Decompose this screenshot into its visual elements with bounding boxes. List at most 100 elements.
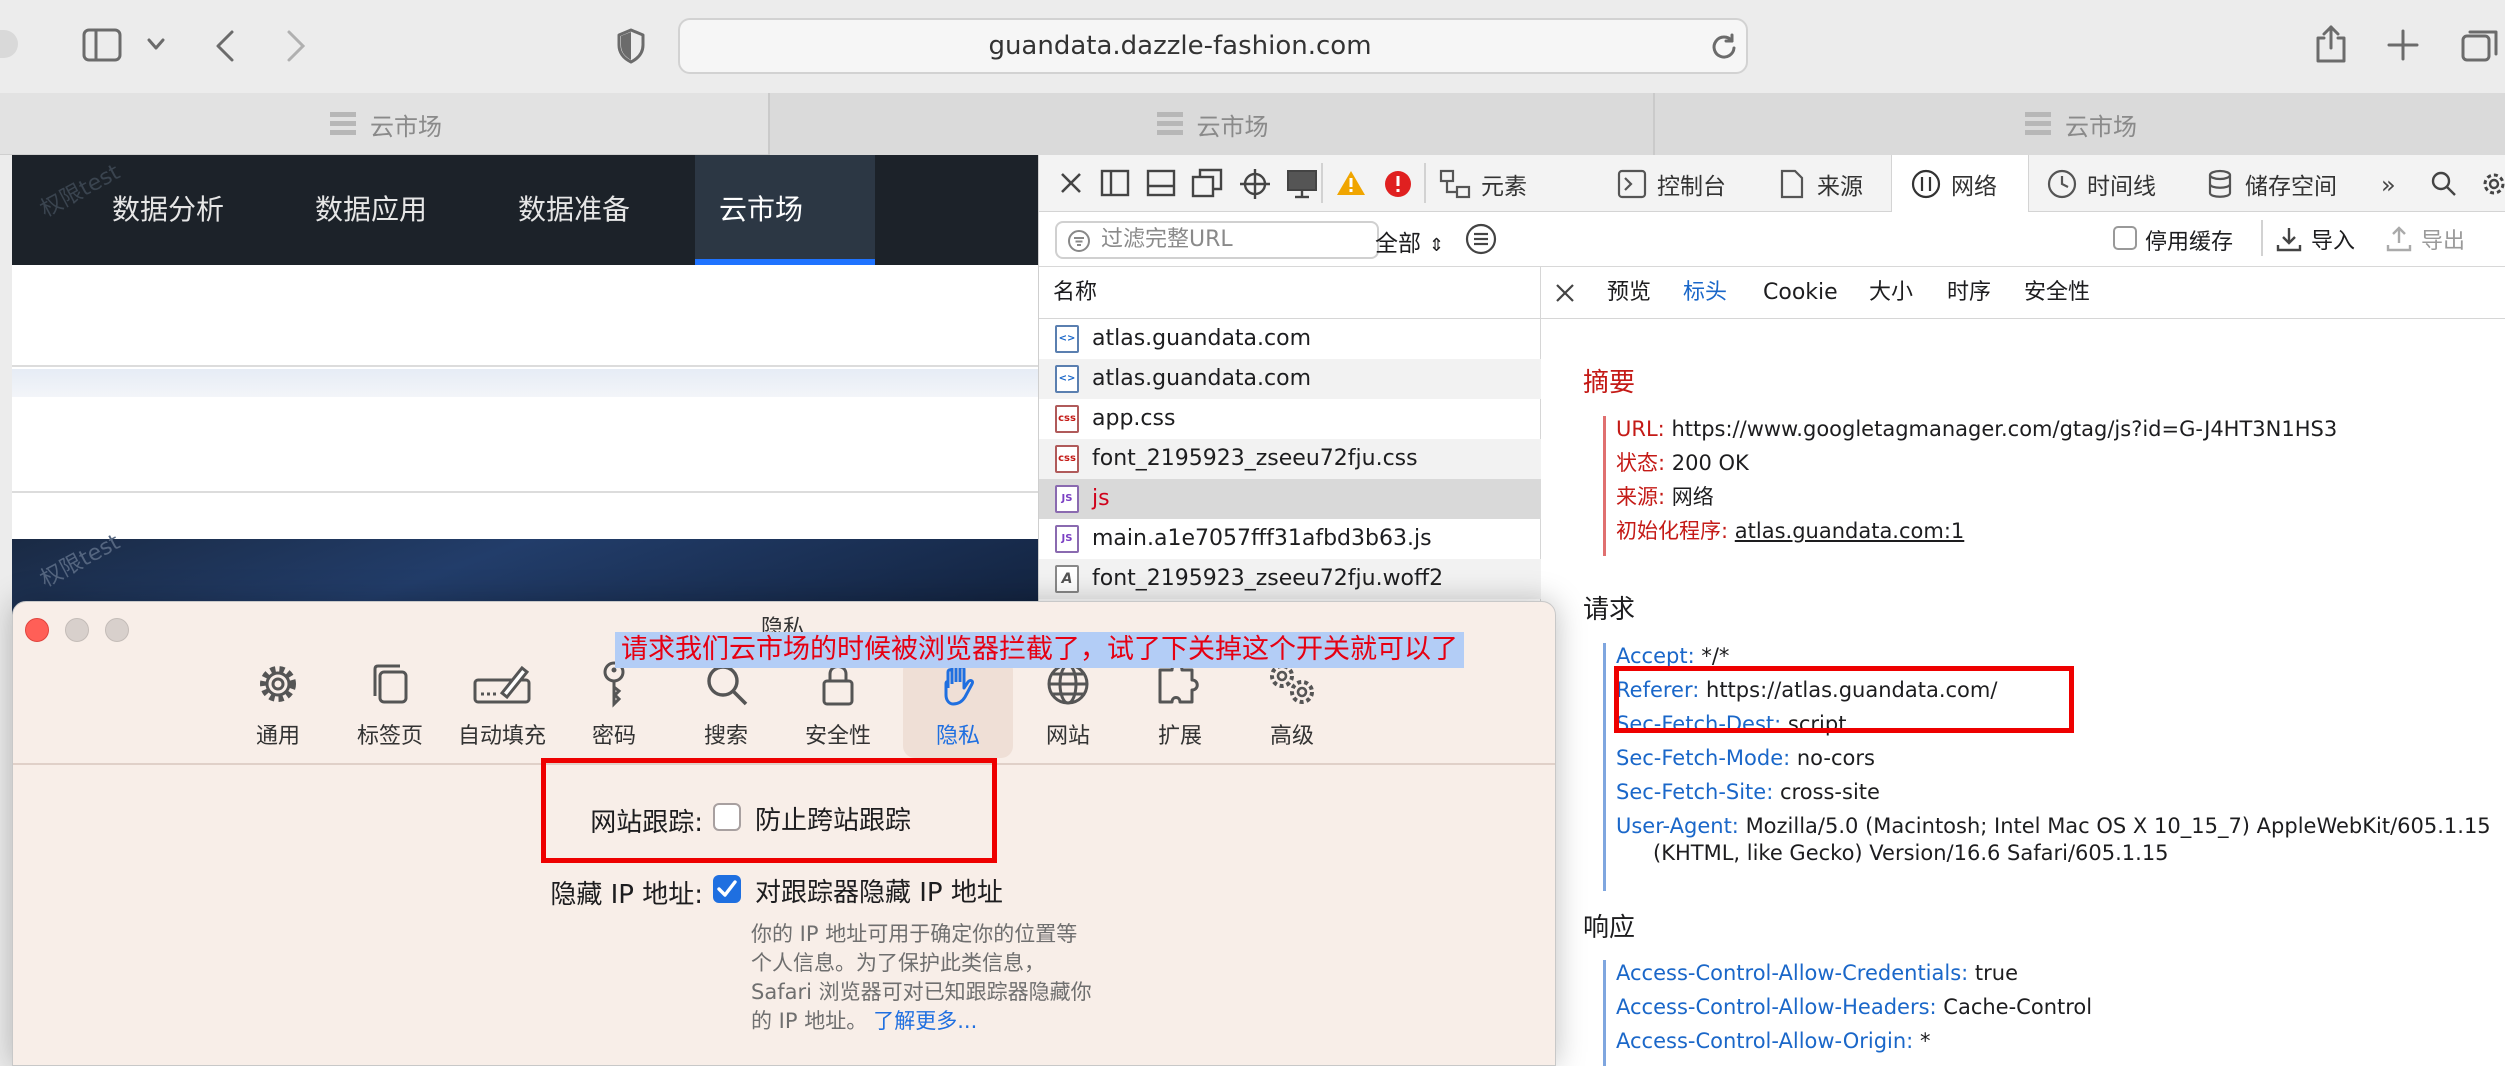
inspector-tab-bar: 元素 控制台 来源 网络 时间线 储存空间 »: [1039, 155, 2505, 212]
settings-icon[interactable]: [2481, 171, 2505, 197]
dock-left-icon[interactable]: [1100, 169, 1130, 197]
address-bar[interactable]: guandata.dazzle-fashion.com: [678, 18, 1748, 74]
tab-network[interactable]: 网络: [1911, 155, 1997, 212]
browser-tab[interactable]: 云市场: [1655, 93, 2505, 155]
page-icon: [2025, 112, 2051, 135]
url-text[interactable]: guandata.dazzle-fashion.com: [680, 20, 1680, 72]
request-name: main.a1e7057fff31afbd3b63.js: [1092, 526, 1432, 551]
pref-tab-websites[interactable]: 网站: [1013, 660, 1123, 750]
nav-item-cloud-market[interactable]: 云市场: [719, 155, 803, 265]
detach-window-icon[interactable]: [1191, 168, 1223, 198]
element-picker-icon[interactable]: [1239, 168, 1271, 200]
request-row-selected[interactable]: JS js: [1039, 479, 1541, 519]
font-file-icon: A: [1055, 565, 1079, 593]
detail-tab-timing[interactable]: 时序: [1947, 267, 1991, 319]
summary-status: 状态: 200 OK: [1616, 451, 1749, 475]
window-close-button[interactable]: [25, 618, 49, 642]
console-icon: [1617, 169, 1647, 198]
sidebar-toggle-icon[interactable]: [82, 28, 122, 62]
export-button[interactable]: 导出: [2385, 223, 2465, 255]
detail-tab-preview[interactable]: 预览: [1607, 267, 1651, 319]
dock-bottom-icon[interactable]: [1146, 169, 1176, 197]
detail-tab-cookies[interactable]: Cookie: [1763, 267, 1838, 319]
type-filter-select[interactable]: 全部 ⇕: [1375, 224, 1444, 258]
html-file-icon: <>: [1055, 325, 1079, 353]
privacy-shield-icon[interactable]: [616, 28, 646, 64]
response-header-allow-origin: Access-Control-Allow-Origin: *: [1616, 1029, 1931, 1053]
share-icon[interactable]: [2314, 24, 2348, 64]
column-header-name[interactable]: 名称: [1039, 267, 1541, 319]
nav-item-data-apps[interactable]: 数据应用: [315, 155, 427, 265]
response-title: 响应: [1583, 913, 1636, 943]
tab-label: 云市场: [2065, 112, 2137, 141]
file-icon: [1780, 169, 1804, 198]
device-icon[interactable]: [1286, 169, 1318, 199]
tab-storage[interactable]: 储存空间: [2207, 155, 2337, 212]
more-tabs-icon[interactable]: »: [2381, 171, 2396, 199]
summary-bar: [1603, 416, 1606, 556]
gear-icon: [260, 666, 296, 702]
detail-tab-security[interactable]: 安全性: [2024, 267, 2090, 319]
detail-tab-sizes[interactable]: 大小: [1869, 267, 1913, 319]
browser-tab[interactable]: 云市场: [770, 93, 1653, 155]
pref-tab-autofill[interactable]: 自动填充: [447, 660, 557, 750]
tab-label: 时间线: [2087, 173, 2156, 200]
clock-icon: [2047, 169, 2077, 198]
tab-sources[interactable]: 来源: [1779, 155, 1863, 212]
new-tab-icon[interactable]: [2386, 28, 2420, 62]
url-filter-input[interactable]: 过滤完整URL: [1055, 221, 1379, 259]
pref-tab-advanced[interactable]: 高级: [1237, 660, 1347, 750]
nav-item-data-prep[interactable]: 数据准备: [518, 155, 630, 265]
disable-cache-checkbox[interactable]: [2113, 226, 2137, 250]
css-file-icon: css: [1055, 405, 1079, 433]
import-button[interactable]: 导入: [2275, 223, 2355, 255]
search-icon[interactable]: [2431, 171, 2457, 197]
window-control-partial[interactable]: [0, 30, 18, 58]
back-icon[interactable]: [212, 28, 238, 64]
request-row[interactable]: css app.css: [1039, 399, 1541, 439]
chevron-down-icon[interactable]: [146, 36, 166, 52]
request-name: font_2195923_zseeu72fju.css: [1092, 446, 1418, 471]
toolbar-divider: [2261, 220, 2263, 256]
filter-options-icon[interactable]: [1465, 223, 1497, 255]
close-detail-icon[interactable]: [1555, 283, 1575, 303]
learn-more-link[interactable]: 了解更多...: [873, 1009, 977, 1033]
pref-tab-security[interactable]: 安全性: [783, 660, 893, 750]
pref-tab-privacy[interactable]: 隐私: [903, 660, 1013, 750]
pref-tab-extensions[interactable]: 扩展: [1125, 660, 1235, 750]
initiator-link[interactable]: atlas.guandata.com:1: [1735, 519, 1965, 543]
nav-item-data-analysis[interactable]: 数据分析: [112, 155, 224, 265]
forward-icon[interactable]: [283, 28, 309, 64]
request-row[interactable]: <> atlas.guandata.com: [1039, 319, 1541, 359]
tab-label: 储存空间: [2245, 173, 2337, 200]
hide-ip-option-label[interactable]: 对跟踪器隐藏 IP 地址: [755, 872, 1003, 909]
request-row[interactable]: css font_2195923_zseeu72fju.css: [1039, 439, 1541, 479]
pref-tab-tabs[interactable]: 标签页: [335, 660, 445, 750]
warning-icon[interactable]: [1336, 169, 1366, 197]
window-minimize-button[interactable]: [65, 618, 89, 642]
browser-tab[interactable]: 云市场: [0, 93, 770, 155]
hide-ip-checkbox[interactable]: [713, 875, 741, 903]
pref-tab-search[interactable]: 搜索: [671, 660, 781, 750]
request-row[interactable]: JS main.a1e7057fff31afbd3b63.js: [1039, 519, 1541, 559]
tab-timelines[interactable]: 时间线: [2047, 155, 2156, 212]
detail-tab-headers[interactable]: 标头: [1683, 267, 1727, 319]
tab-console[interactable]: 控制台: [1617, 155, 1726, 212]
reload-icon[interactable]: [1710, 32, 1738, 60]
close-icon[interactable]: [1059, 171, 1083, 195]
annotation-caption: 请求我们云市场的时候被浏览器拦截了，试了下关掉这个开关就可以了: [615, 632, 1464, 668]
js-file-icon: JS: [1055, 525, 1079, 553]
window-zoom-button[interactable]: [105, 618, 129, 642]
pref-tab-general[interactable]: 通用: [223, 660, 333, 750]
pref-tab-passwords[interactable]: 密码: [559, 660, 669, 750]
error-icon[interactable]: [1383, 169, 1413, 199]
export-label: 导出: [2421, 229, 2466, 254]
request-name: atlas.guandata.com: [1092, 326, 1312, 351]
watermark: 权限test: [36, 529, 125, 593]
request-row[interactable]: <> atlas.guandata.com: [1039, 359, 1541, 399]
request-row[interactable]: A font_2195923_zseeu72fju.woff2: [1039, 559, 1541, 599]
hide-ip-hint-line: 个人信息。为了保护此类信息，: [751, 951, 1045, 975]
tab-overview-icon[interactable]: [2460, 28, 2502, 64]
tab-elements[interactable]: 元素: [1439, 155, 1527, 212]
request-header-user-agent-cont: (KHTML, like Gecko) Version/16.6 Safari/…: [1653, 841, 2169, 865]
